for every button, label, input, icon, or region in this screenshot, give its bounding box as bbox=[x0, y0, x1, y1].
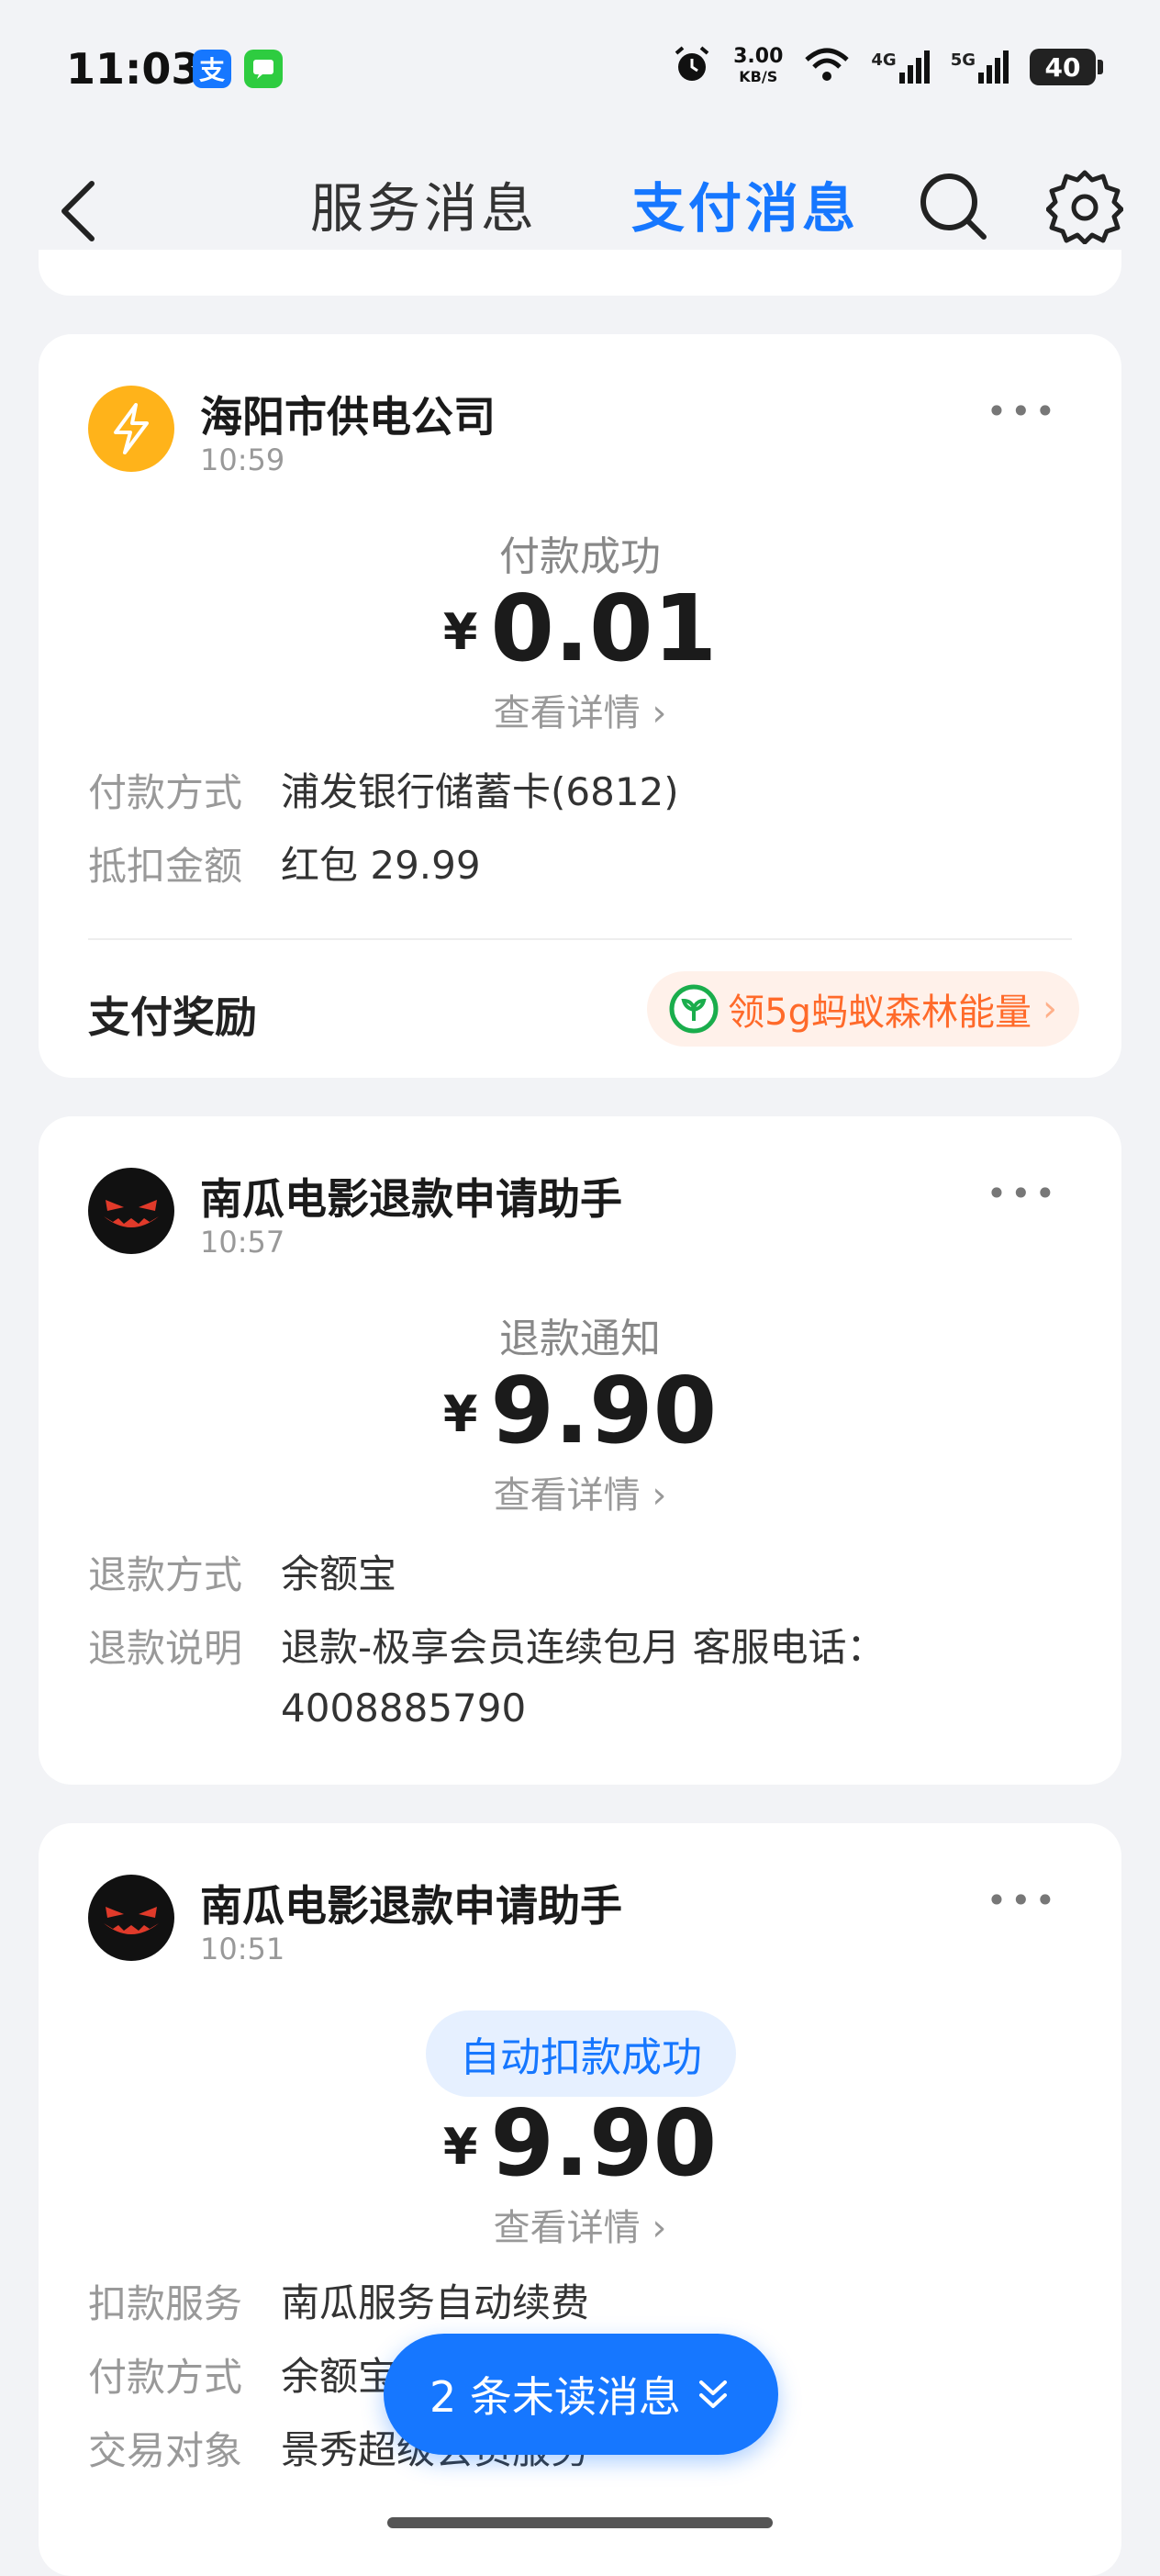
alarm-icon bbox=[671, 44, 713, 90]
status-bar: 11:03 支 3.00 KB/S 4G 5G 40 bbox=[0, 0, 1160, 138]
more-options-icon[interactable]: ••• bbox=[987, 391, 1059, 431]
sender-name: 南瓜电影退款申请助手 bbox=[200, 1174, 622, 1224]
search-icon[interactable] bbox=[914, 167, 991, 244]
battery-icon: 40 bbox=[1030, 49, 1103, 85]
payment-status: 退款通知 bbox=[499, 1316, 661, 1362]
signal-4g-icon: 4G bbox=[871, 50, 930, 84]
reward-label: 支付奖励 bbox=[88, 992, 257, 1042]
home-indicator[interactable] bbox=[387, 2517, 773, 2528]
pumpkin-movie-avatar bbox=[88, 1875, 174, 1961]
status-right: 3.00 KB/S 4G 5G 40 bbox=[671, 44, 1103, 90]
message-time: 10:51 bbox=[200, 1932, 285, 1966]
field-row: 扣款服务 南瓜服务自动续费 bbox=[88, 2280, 590, 2326]
message-card[interactable]: 南瓜电影退款申请助手 10:51 ••• 自动扣款成功 ¥9.90 查看详情 ›… bbox=[39, 1823, 1121, 2576]
sender-name: 南瓜电影退款申请助手 bbox=[200, 1881, 622, 1931]
previous-card-edge bbox=[39, 250, 1121, 296]
message-card[interactable]: 海阳市供电公司 10:59 ••• 付款成功 ¥0.01 查看详情 › 付款方式… bbox=[39, 334, 1121, 1078]
tab-payment-messages[interactable]: 支付消息 bbox=[631, 165, 859, 242]
sender-name: 海阳市供电公司 bbox=[200, 392, 496, 442]
wifi-icon bbox=[803, 47, 851, 87]
ant-forest-energy-button[interactable]: 领5g蚂蚁森林能量 › bbox=[647, 971, 1079, 1047]
field-row: 退款方式 余额宝 bbox=[88, 1551, 397, 1597]
tab-service-messages[interactable]: 服务消息 bbox=[310, 165, 538, 242]
payment-amount: ¥9.90 bbox=[442, 1357, 718, 1464]
message-notification-icon bbox=[244, 50, 283, 88]
field-row: 付款方式 浦发银行储蓄卡(6812) bbox=[88, 769, 679, 815]
ant-forest-icon bbox=[669, 984, 719, 1034]
divider bbox=[88, 938, 1072, 940]
back-button[interactable] bbox=[51, 174, 106, 248]
message-time: 10:57 bbox=[200, 1225, 285, 1260]
signal-5g-icon: 5G bbox=[951, 50, 1009, 84]
more-options-icon[interactable]: ••• bbox=[987, 1880, 1059, 1921]
more-options-icon[interactable]: ••• bbox=[987, 1173, 1059, 1214]
chevron-right-icon: › bbox=[640, 2207, 667, 2249]
net-speed: 3.00 KB/S bbox=[733, 45, 784, 86]
field-row: 退款说明 退款-极享会员连续包月 客服电话：4008885790 bbox=[88, 1625, 886, 1730]
chevron-right-icon: › bbox=[1043, 988, 1057, 1030]
status-time: 11:03 bbox=[66, 44, 201, 94]
chevron-right-icon: › bbox=[640, 692, 667, 734]
status-badge: 自动扣款成功 bbox=[426, 2010, 736, 2097]
view-details-link[interactable]: 查看详情 › bbox=[39, 2198, 1121, 2251]
field-row: 抵扣金额 红包 29.99 bbox=[88, 843, 481, 889]
view-details-link[interactable]: 查看详情 › bbox=[39, 683, 1121, 736]
pumpkin-movie-avatar bbox=[88, 1168, 174, 1254]
unread-messages-button[interactable]: 2 条未读消息 bbox=[384, 2334, 778, 2455]
lightning-icon bbox=[88, 386, 174, 472]
alipay-notification-icon: 支 bbox=[193, 50, 231, 88]
payment-amount: ¥9.90 bbox=[442, 2089, 718, 2197]
double-chevron-down-icon bbox=[694, 2375, 732, 2414]
message-card[interactable]: 南瓜电影退款申请助手 10:57 ••• 退款通知 ¥9.90 查看详情 › 退… bbox=[39, 1116, 1121, 1785]
payment-status: 付款成功 bbox=[499, 533, 661, 580]
view-details-link[interactable]: 查看详情 › bbox=[39, 1465, 1121, 1518]
payment-amount: ¥0.01 bbox=[442, 575, 718, 682]
settings-gear-icon[interactable] bbox=[1045, 167, 1124, 245]
message-time: 10:59 bbox=[200, 442, 285, 477]
chevron-right-icon: › bbox=[640, 1474, 667, 1517]
